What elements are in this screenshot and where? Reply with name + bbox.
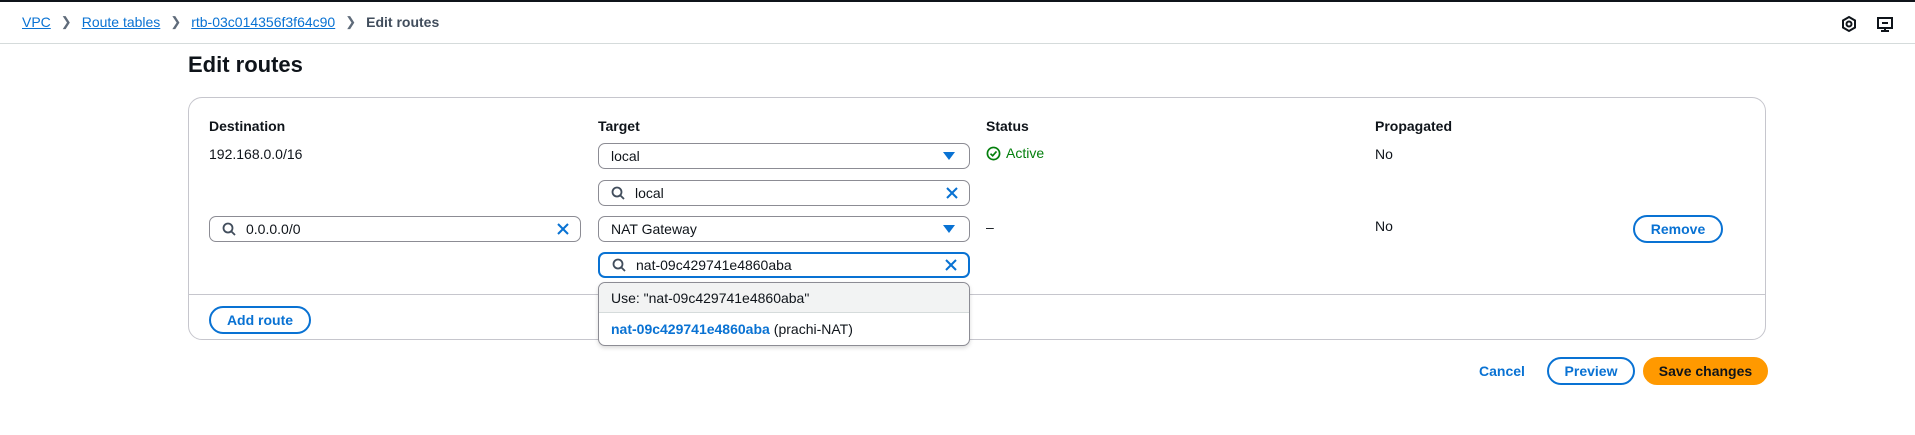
add-route-button[interactable]: Add route (209, 306, 311, 334)
dropdown-option-use-value[interactable]: Use: "nat-09c429741e4860aba" (599, 283, 969, 313)
nat-gateway-id: nat-09c429741e4860aba (611, 321, 770, 337)
breadcrumb-bar: VPC ❯ Route tables ❯ rtb-03c014356f3f64c… (0, 2, 1915, 44)
row1-status-label: Active (1006, 145, 1045, 161)
clear-icon[interactable] (945, 186, 959, 200)
row2-target-select-value: NAT Gateway (611, 221, 697, 237)
caret-down-icon (943, 152, 955, 160)
row1-target-select-value: local (611, 148, 640, 164)
row1-target-search-value: local (635, 185, 664, 201)
page-title: Edit routes (188, 52, 303, 77)
preview-button[interactable]: Preview (1547, 357, 1635, 385)
header-propagated: Propagated (1375, 118, 1453, 134)
header-destination: Destination (209, 118, 286, 134)
breadcrumb-route-tables[interactable]: Route tables (82, 14, 161, 30)
search-icon (222, 222, 236, 236)
feedback-icon[interactable] (1876, 15, 1894, 33)
nat-gateway-name: (prachi-NAT) (773, 321, 853, 337)
dropdown-option-nat-gateway[interactable]: nat-09c429741e4860aba (prachi-NAT) (599, 314, 969, 344)
use-option-label: Use: "nat-09c429741e4860aba" (611, 289, 810, 306)
row2-status: – (986, 219, 994, 235)
chevron-right-icon: ❯ (170, 14, 182, 29)
breadcrumb: VPC ❯ Route tables ❯ rtb-03c014356f3f64c… (22, 14, 439, 30)
search-icon (612, 258, 626, 272)
row2-target-search-value: nat-09c429741e4860aba (636, 257, 792, 273)
header-status: Status (986, 118, 1029, 134)
row1-target-select[interactable]: local (598, 143, 970, 169)
settings-icon[interactable] (1840, 15, 1858, 33)
target-suggestions-dropdown: Use: "nat-09c429741e4860aba" nat-09c4297… (598, 282, 970, 346)
chevron-right-icon: ❯ (345, 14, 357, 29)
clear-icon[interactable] (556, 222, 570, 236)
remove-button[interactable]: Remove (1633, 215, 1723, 243)
cancel-button[interactable]: Cancel (1467, 357, 1537, 385)
status-success-icon (986, 146, 1001, 160)
breadcrumb-vpc[interactable]: VPC (22, 14, 51, 30)
breadcrumb-current: Edit routes (366, 14, 440, 30)
header-target: Target (598, 118, 640, 134)
caret-down-icon (943, 225, 955, 233)
row2-destination-input[interactable]: 0.0.0.0/0 (209, 216, 581, 242)
row1-status: Active (986, 145, 1044, 161)
breadcrumb-route-table-id[interactable]: rtb-03c014356f3f64c90 (191, 14, 335, 30)
row1-propagated: No (1375, 146, 1393, 162)
row2-destination-value: 0.0.0.0/0 (246, 221, 301, 237)
clear-icon[interactable] (944, 258, 958, 272)
search-icon (611, 186, 625, 200)
save-changes-button[interactable]: Save changes (1643, 357, 1768, 385)
row2-propagated: No (1375, 218, 1393, 234)
chevron-right-icon: ❯ (60, 14, 72, 29)
row2-target-select[interactable]: NAT Gateway (598, 216, 970, 242)
row1-target-search[interactable]: local (598, 180, 970, 206)
row2-target-search[interactable]: nat-09c429741e4860aba (598, 252, 970, 278)
row1-destination: 192.168.0.0/16 (209, 146, 303, 162)
routes-panel: Destination Target Status Propagated 192… (188, 97, 1766, 340)
panel-divider (189, 294, 1765, 295)
